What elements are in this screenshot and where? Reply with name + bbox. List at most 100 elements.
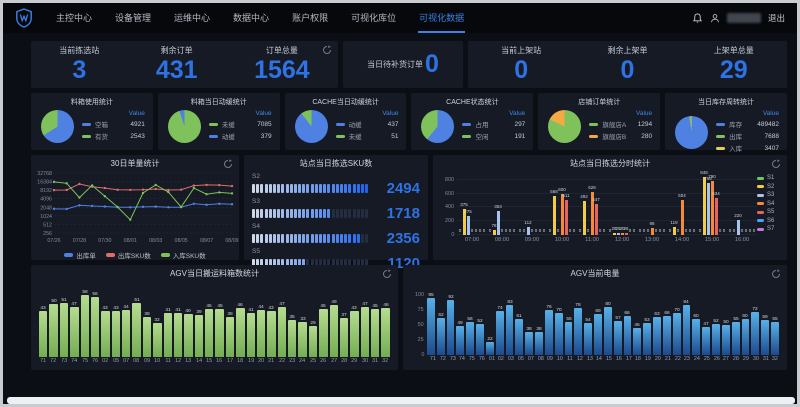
bar-value-label: 52	[477, 319, 482, 324]
pie-body: Value未缓7085动缓379	[164, 110, 274, 143]
legend-item[interactable]: 旗舰店B280	[589, 131, 652, 141]
bar-value-label: 45	[207, 304, 212, 309]
user-icon[interactable]	[710, 13, 720, 23]
sku-bar-panel: 站点当日拣选SKU数S22494S31718S42356S51120	[244, 155, 428, 260]
svg-text:08/01: 08/01	[124, 238, 137, 244]
bar-column: 59	[761, 320, 769, 355]
sku-segment	[256, 234, 259, 243]
bar: 32	[153, 323, 161, 357]
bar: 72	[751, 312, 759, 355]
x-tick-label: 11:00	[578, 237, 607, 243]
legend-item[interactable]: 占用297	[462, 119, 525, 129]
legend-item[interactable]: 旗舰店A1294	[589, 119, 652, 129]
svg-text:256: 256	[43, 231, 52, 237]
bar-group: 002200000	[727, 173, 757, 235]
pie-panel-pie-cache-moved: CACHE当日动缓统计Value动缓437未缓51	[285, 93, 407, 150]
bar: 76	[545, 310, 553, 355]
bell-icon[interactable]	[692, 13, 703, 24]
legend-item[interactable]: 有货2543	[82, 131, 145, 141]
bar: 55	[565, 322, 573, 355]
refresh-icon[interactable]	[382, 269, 392, 279]
legend-item[interactable]: 出库SKU数	[106, 250, 151, 260]
x-tick-label: 12	[576, 356, 583, 361]
horizontal-scrollbar[interactable]	[7, 397, 795, 404]
legend-item[interactable]: S1	[757, 175, 787, 181]
sku-segment	[286, 234, 289, 243]
x-tick-label: 32	[772, 356, 779, 361]
refresh-icon[interactable]	[322, 45, 332, 55]
bar-value-label: 49	[331, 299, 336, 304]
legend-item[interactable]: 空箱4921	[82, 119, 145, 129]
bar-value-label: 38	[536, 327, 541, 332]
nav-item-3[interactable]: 运维中心	[173, 3, 211, 33]
x-tick-label: 14:00	[668, 237, 697, 243]
legend-item[interactable]: S3	[757, 192, 787, 198]
sku-segment	[273, 234, 276, 243]
nav-item-2[interactable]: 设备管理	[114, 3, 152, 33]
bar: 848	[703, 177, 706, 235]
pie-panel-pie-box-moved: 料箱当日动缓统计Value未缓7085动缓379	[158, 93, 280, 150]
legend-dash-icon	[716, 147, 725, 150]
legend-dash-icon	[64, 253, 73, 257]
legend-item[interactable]: S7	[757, 226, 787, 232]
panel-title: AGV当日搬运料箱数统计	[31, 268, 398, 279]
bar: 84	[683, 305, 691, 355]
bar-value-label: 55	[733, 317, 738, 322]
bar: 112	[527, 227, 530, 235]
bar-value-label: 22	[487, 336, 492, 341]
stat-block: 订单总量1564	[254, 45, 310, 83]
x-tick-label: 03	[508, 356, 515, 361]
bar-value-label: 0	[587, 229, 590, 234]
bar-value-label: 0	[535, 229, 538, 234]
legend-dash-icon	[462, 135, 471, 138]
bar-value-label: 37	[341, 312, 346, 317]
bar-columns: 9562924956522274836138387670557854698057…	[427, 291, 779, 355]
sku-segment	[315, 184, 318, 193]
legend-item[interactable]: S2	[757, 184, 787, 190]
legend-item[interactable]: 未缓51	[336, 131, 399, 141]
legend-item[interactable]: S6	[757, 218, 787, 224]
bar-group: 00098000	[637, 173, 667, 235]
sku-segment	[290, 209, 293, 218]
bar-value-label: 0	[659, 229, 662, 234]
legend-item[interactable]: S4	[757, 201, 787, 207]
line-chart-legend: 出库单出库SKU数入库SKU数	[31, 250, 239, 260]
bar-value-label: 112	[524, 221, 531, 226]
legend-item[interactable]: 动缓437	[336, 119, 399, 129]
shelf-stats: 当前上架站0剩余上架单0上架单总量29	[468, 45, 787, 83]
bar-value-label: 53	[644, 318, 649, 323]
legend-value: 2543	[130, 133, 144, 140]
nav-item-5[interactable]: 账户权限	[291, 3, 329, 33]
legend-dash-icon	[589, 135, 598, 138]
legend-item[interactable]: 入库SKU数	[161, 250, 206, 260]
legend-item[interactable]: 出库单	[64, 250, 96, 260]
bar-value-label: 98	[649, 222, 654, 227]
stat-value: 431	[156, 57, 198, 83]
top-navbar: 主控中心设备管理运维中心数据中心账户权限可视化库位可视化数据 退出	[3, 3, 797, 33]
legend-item[interactable]: 库存489482	[716, 119, 779, 129]
bar-value-label: 220	[734, 214, 742, 219]
legend-item[interactable]: 入库3407	[716, 143, 779, 153]
bar-value-label: 84	[684, 299, 689, 304]
bar: 38	[535, 332, 543, 355]
refresh-icon[interactable]	[223, 159, 233, 169]
bar: 35	[288, 320, 296, 357]
bar: 25	[617, 233, 620, 235]
bar-value-label: 0	[729, 229, 732, 234]
sku-segment	[311, 184, 314, 193]
legend-item[interactable]: S5	[757, 209, 787, 215]
nav-item-1[interactable]: 主控中心	[55, 3, 93, 33]
legend-item[interactable]: 未缓7085	[209, 119, 272, 129]
legend-item[interactable]: 出库7688	[716, 131, 779, 141]
bar-column: 41	[164, 313, 172, 357]
nav-item-7[interactable]: 可视化数据	[418, 3, 465, 33]
bar: 66	[624, 316, 632, 355]
legend-item[interactable]: 动缓379	[209, 131, 272, 141]
legend-item[interactable]: 空闲191	[462, 131, 525, 141]
nav-item-6[interactable]: 可视化库位	[350, 3, 397, 33]
nav-item-4[interactable]: 数据中心	[232, 3, 270, 33]
refresh-icon[interactable]	[771, 159, 781, 169]
sku-segment	[336, 234, 339, 243]
refresh-icon[interactable]	[771, 269, 781, 279]
logout-button[interactable]: 退出	[768, 12, 785, 24]
